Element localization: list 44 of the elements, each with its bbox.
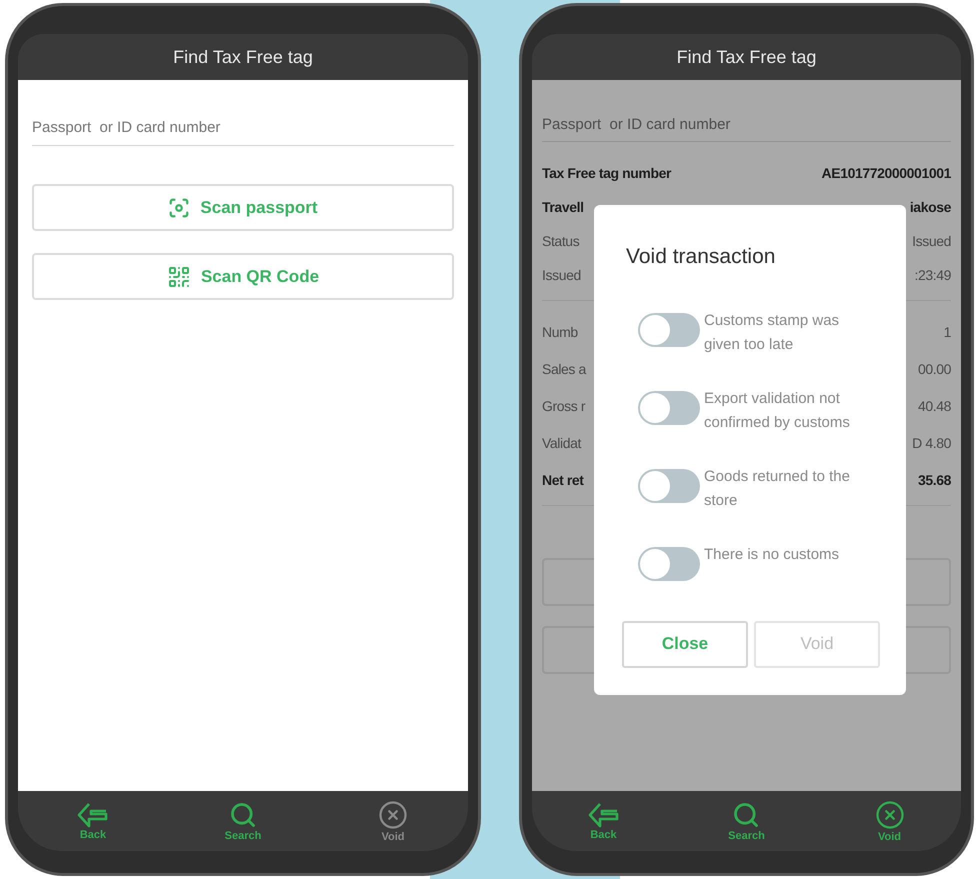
screen-title: Find Tax Free tag — [173, 46, 313, 69]
option-label: Export validation not confirmed by customs — [704, 388, 851, 432]
dialog-button[interactable]: Close — [622, 620, 748, 668]
detail-label: Net ret — [542, 470, 584, 490]
detail-value: 1 — [944, 322, 951, 342]
qr-code-icon — [166, 264, 191, 288]
detail-label: Issued — [542, 266, 581, 284]
search-icon — [228, 800, 257, 828]
toggle-switch[interactable] — [638, 390, 700, 424]
detail-value: Issued — [912, 232, 951, 250]
toggle-switch[interactable] — [638, 546, 700, 580]
toggle-switch[interactable] — [638, 312, 700, 346]
nav-button[interactable]: Void — [866, 800, 912, 842]
scan-frame-icon — [168, 196, 190, 218]
option-label: Goods returned to the store — [704, 466, 851, 510]
detail-label: Numb — [542, 322, 578, 342]
option-label: There is no customs — [704, 544, 840, 564]
search-icon — [732, 800, 760, 828]
detail-value: :23:49 — [914, 266, 951, 284]
search-field[interactable]: Passport or ID card number — [542, 108, 951, 142]
screen-title: Find Tax Free tag — [676, 46, 816, 69]
detail-value: 00.00 — [918, 360, 951, 378]
close-circle-icon — [378, 800, 408, 830]
option-label: Customs stamp was given too late — [704, 310, 840, 354]
detail-label: Travell — [542, 198, 584, 216]
scan-button[interactable]: Scan passport — [32, 184, 454, 231]
detail-value: D 4.80 — [912, 434, 951, 452]
toggle-switch[interactable] — [638, 468, 700, 502]
close-circle-icon — [874, 800, 904, 830]
detail-label: Sales a — [542, 360, 586, 378]
detail-label: Tax Free tag number — [542, 164, 672, 183]
detail-value: iakose — [910, 198, 951, 216]
detail-label: Gross r — [542, 396, 586, 416]
scan-button[interactable]: Scan QR Code — [32, 253, 454, 300]
detail-label: Validat — [542, 434, 581, 452]
detail-value: AE101772000001001 — [822, 164, 951, 182]
detail-value: 40.48 — [918, 396, 951, 416]
nav-button[interactable]: Search — [216, 800, 270, 842]
nav-button[interactable]: Back — [69, 802, 117, 840]
detail-value: 35.68 — [918, 470, 951, 490]
dialog-title: Void transaction — [626, 244, 776, 270]
nav-button[interactable]: Back — [580, 802, 628, 840]
detail-label: Status — [542, 232, 580, 250]
nav-button[interactable]: Search — [720, 800, 773, 842]
